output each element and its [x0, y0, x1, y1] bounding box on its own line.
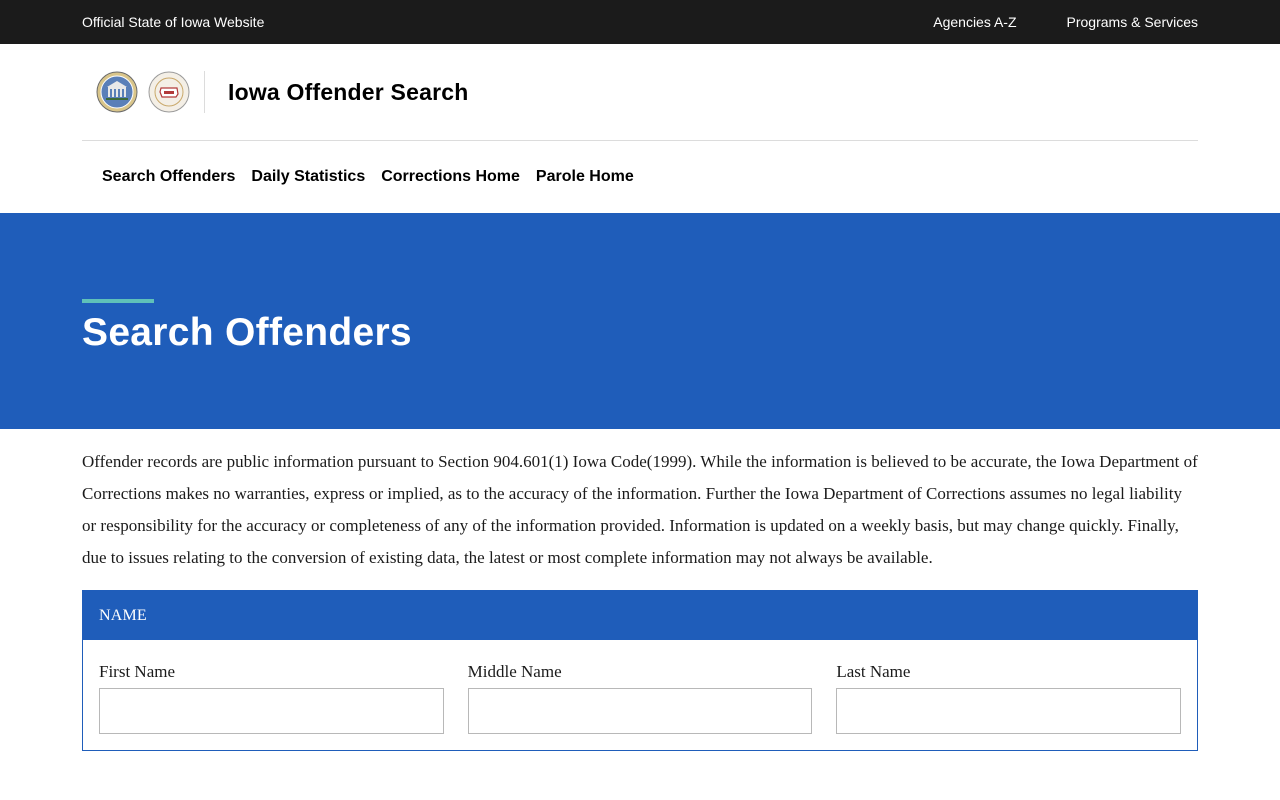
first-name-group: First Name	[99, 662, 444, 734]
first-name-input[interactable]	[99, 688, 444, 734]
site-title[interactable]: Iowa Offender Search	[228, 79, 468, 106]
nav-search-offenders[interactable]: Search Offenders	[102, 168, 235, 186]
official-site-label: Official State of Iowa Website	[82, 14, 265, 30]
title-accent-bar	[82, 299, 154, 303]
middle-name-input[interactable]	[467, 688, 813, 734]
last-name-input[interactable]	[836, 688, 1182, 734]
middle-name-label: Middle Name	[467, 662, 562, 681]
name-search-section: NAME First Name Middle Name Last Name	[82, 590, 1198, 751]
page-hero: Search Offenders	[0, 213, 1280, 429]
main-content: Offender records are public information …	[82, 429, 1198, 751]
corrections-seal-icon[interactable]	[96, 71, 138, 113]
last-name-group: Last Name	[836, 662, 1182, 734]
nav-corrections-home[interactable]: Corrections Home	[381, 168, 520, 186]
name-fields: First Name Middle Name Last Name	[83, 640, 1197, 734]
last-name-label: Last Name	[836, 662, 911, 681]
middle-name-group: Middle Name	[467, 662, 813, 734]
agencies-a-z-link[interactable]: Agencies A-Z	[933, 14, 1016, 30]
parole-board-seal-icon[interactable]	[148, 71, 190, 113]
nav-parole-home[interactable]: Parole Home	[536, 168, 634, 186]
nav-daily-statistics[interactable]: Daily Statistics	[251, 168, 365, 186]
main-navigation: Search Offenders Daily Statistics Correc…	[82, 141, 1198, 213]
page-title: Search Offenders	[82, 311, 412, 354]
official-site-banner: Official State of Iowa Website Agencies …	[0, 0, 1280, 44]
utility-links: Agencies A-Z Programs & Services	[933, 14, 1198, 30]
programs-services-link[interactable]: Programs & Services	[1067, 14, 1198, 30]
disclaimer-text: Offender records are public information …	[82, 452, 1198, 567]
first-name-label: First Name	[99, 662, 176, 681]
section-heading: NAME	[83, 591, 1197, 640]
site-header: Iowa Offender Search	[82, 44, 1198, 141]
logo-group	[82, 71, 205, 113]
